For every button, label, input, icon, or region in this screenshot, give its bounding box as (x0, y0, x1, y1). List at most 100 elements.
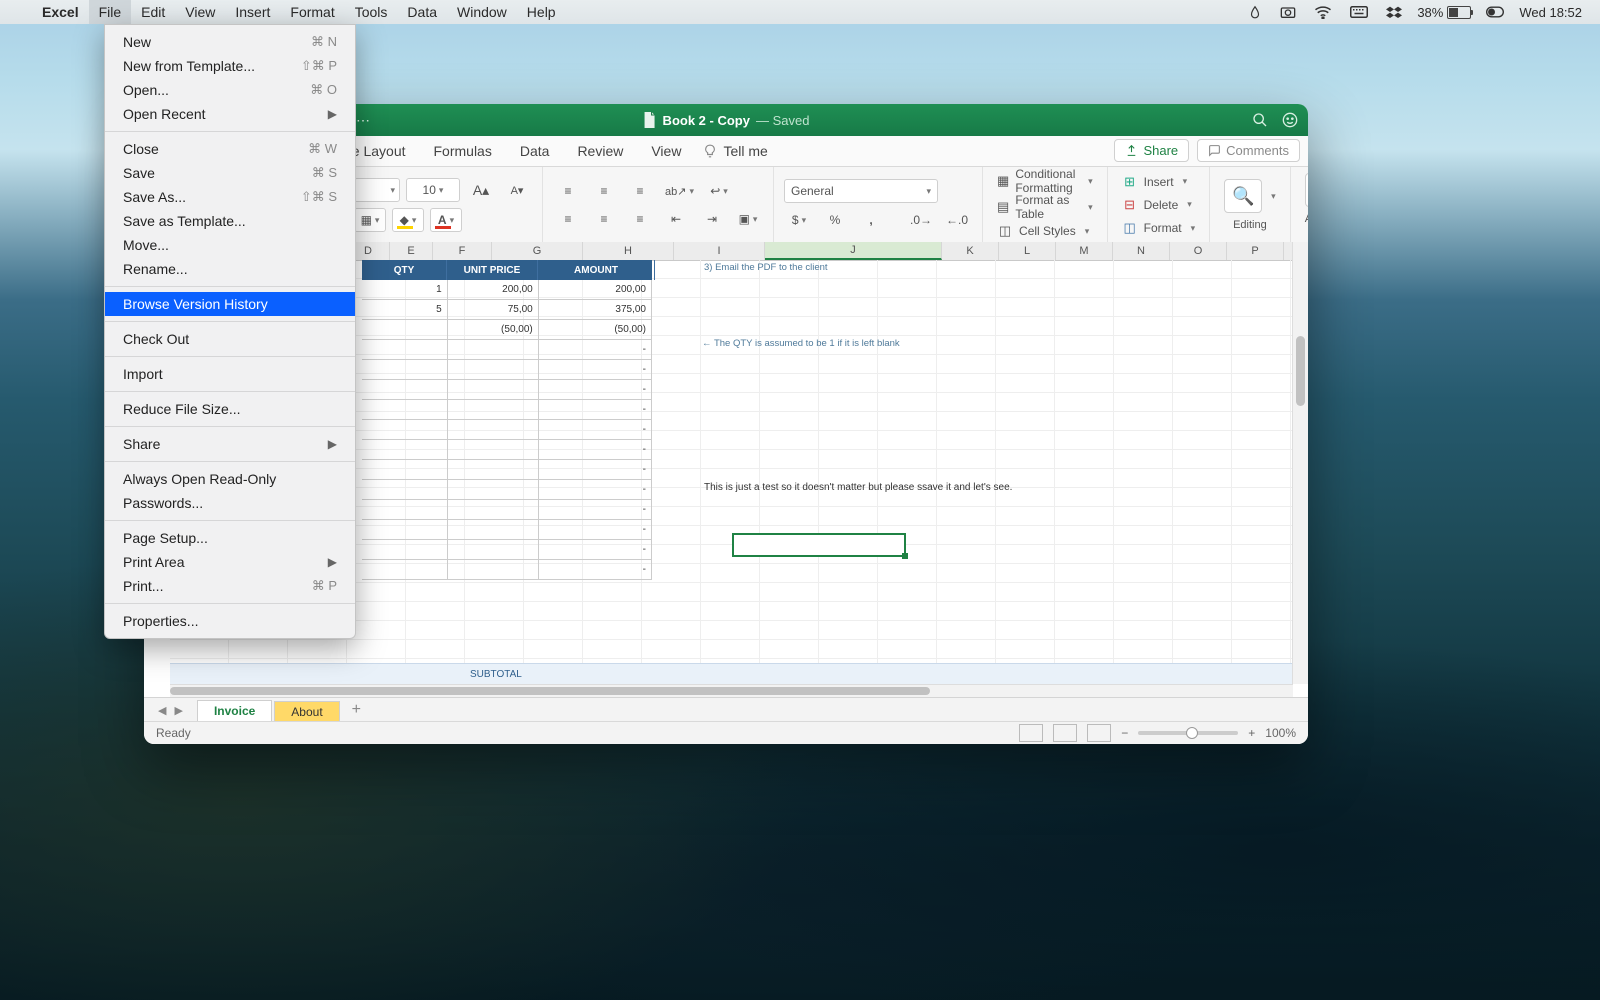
horizontal-scrollbar[interactable] (170, 684, 1293, 698)
merge-cells-icon[interactable]: ▣▾ (733, 208, 763, 230)
number-format-dropdown[interactable]: General▾ (784, 179, 938, 203)
cell-amount[interactable]: - (539, 500, 652, 519)
tell-me-search[interactable]: Tell me (703, 143, 767, 159)
col-F[interactable]: F (433, 242, 492, 260)
comma-style-icon[interactable]: , (856, 209, 886, 231)
vertical-scrollbar[interactable] (1292, 242, 1308, 684)
col-L[interactable]: L (999, 242, 1056, 260)
cell-amount[interactable]: 200,00 (539, 280, 652, 299)
menu-browse-version-history[interactable]: Browse Version History (105, 292, 355, 316)
increase-indent-icon[interactable]: ⇥ (697, 208, 727, 230)
cell-unit-price[interactable]: 75,00 (448, 300, 539, 319)
table-row[interactable]: - (362, 440, 652, 460)
menu-edit[interactable]: Edit (131, 0, 175, 24)
ink-icon[interactable] (1239, 5, 1271, 19)
cell-unit-price[interactable] (448, 460, 539, 479)
menu-save-template[interactable]: Save as Template... (105, 209, 355, 233)
insert-cells-button[interactable]: ⊞Insert▾ (1118, 173, 1200, 190)
col-J[interactable]: J (765, 242, 942, 260)
table-row[interactable]: 575,00375,00 (362, 300, 652, 320)
font-size-dropdown[interactable]: 10▾ (406, 178, 460, 202)
menu-format[interactable]: Format (280, 0, 344, 24)
cell-amount[interactable]: - (539, 400, 652, 419)
cell-unit-price[interactable] (448, 520, 539, 539)
menu-save-as[interactable]: Save As...⇧⌘ S (105, 185, 355, 209)
share-button[interactable]: Share (1114, 139, 1189, 162)
menu-data[interactable]: Data (397, 0, 447, 24)
format-cells-button[interactable]: ◫Format▾ (1118, 220, 1200, 237)
align-bottom-icon[interactable]: ≡ (625, 180, 655, 202)
cell-qty[interactable] (362, 340, 448, 359)
menu-new[interactable]: New⌘ N (105, 30, 355, 54)
menubar-clock[interactable]: Wed 18:52 (1513, 5, 1588, 20)
conditional-formatting-button[interactable]: ▦Conditional Formatting▾ (993, 171, 1097, 191)
cell-unit-price[interactable]: 200,00 (448, 280, 539, 299)
battery-status[interactable]: 38% (1411, 5, 1477, 20)
cell-styles-button[interactable]: ◫Cell Styles▾ (993, 223, 1097, 239)
col-H[interactable]: H (583, 242, 674, 260)
cell-unit-price[interactable] (448, 340, 539, 359)
cell-qty[interactable] (362, 560, 448, 579)
cell-unit-price[interactable] (448, 360, 539, 379)
menu-open[interactable]: Open...⌘ O (105, 78, 355, 102)
cell-qty[interactable] (362, 360, 448, 379)
zoom-in-button[interactable]: + (1248, 726, 1255, 740)
smiley-feedback-icon[interactable] (1282, 112, 1298, 128)
cell-amount[interactable]: - (539, 480, 652, 499)
table-row[interactable]: - (362, 340, 652, 360)
wifi-icon[interactable] (1305, 5, 1341, 19)
cell-amount[interactable]: - (539, 540, 652, 559)
menu-new-template[interactable]: New from Template...⇧⌘ P (105, 54, 355, 78)
menu-tools[interactable]: Tools (345, 0, 398, 24)
cell-qty[interactable] (362, 440, 448, 459)
table-row[interactable]: - (362, 560, 652, 580)
menu-insert[interactable]: Insert (225, 0, 280, 24)
page-break-view-button[interactable] (1087, 724, 1111, 742)
editing-icon[interactable]: 🔍 (1224, 179, 1262, 213)
vertical-scroll-thumb[interactable] (1296, 336, 1305, 406)
cell-qty[interactable] (362, 480, 448, 499)
col-P[interactable]: P (1227, 242, 1284, 260)
col-M[interactable]: M (1056, 242, 1113, 260)
cell-unit-price[interactable]: (50,00) (448, 320, 539, 339)
sheet-tab-invoice[interactable]: Invoice (197, 700, 272, 723)
tab-data[interactable]: Data (506, 136, 564, 166)
table-row[interactable]: - (362, 420, 652, 440)
menu-close[interactable]: Close⌘ W (105, 137, 355, 161)
menu-share[interactable]: Share▶ (105, 432, 355, 456)
format-as-table-button[interactable]: ▤Format as Table▾ (993, 197, 1097, 217)
search-icon[interactable] (1252, 112, 1268, 128)
zoom-level[interactable]: 100% (1265, 726, 1296, 740)
cell-amount[interactable]: (50,00) (539, 320, 652, 339)
cell-qty[interactable] (362, 500, 448, 519)
cell-amount[interactable]: 375,00 (539, 300, 652, 319)
align-left-icon[interactable]: ≡ (553, 208, 583, 230)
cell-qty[interactable] (362, 540, 448, 559)
cell-amount[interactable]: - (539, 380, 652, 399)
menu-help[interactable]: Help (517, 0, 566, 24)
cell-qty[interactable] (362, 380, 448, 399)
table-row[interactable]: - (362, 400, 652, 420)
cell-qty[interactable]: 5 (362, 300, 448, 319)
cell-qty[interactable] (362, 420, 448, 439)
cell-qty[interactable] (362, 400, 448, 419)
menu-rename[interactable]: Rename... (105, 257, 355, 281)
cell-amount[interactable]: - (539, 420, 652, 439)
currency-icon[interactable]: $▾ (784, 209, 814, 231)
decrease-indent-icon[interactable]: ⇤ (661, 208, 691, 230)
borders-dropdown[interactable]: ▦▾ (354, 208, 386, 232)
zoom-out-button[interactable]: − (1121, 726, 1128, 740)
cell-unit-price[interactable] (448, 440, 539, 459)
fill-color-dropdown[interactable]: ◆▾ (392, 208, 424, 232)
orientation-icon[interactable]: ab↗▾ (661, 180, 698, 202)
control-center-icon[interactable] (1477, 6, 1513, 18)
sheet-tab-about[interactable]: About (274, 701, 339, 722)
decrease-font-icon[interactable]: A▾ (502, 179, 532, 201)
cell-qty[interactable] (362, 520, 448, 539)
col-I[interactable]: I (674, 242, 765, 260)
menu-check-out[interactable]: Check Out (105, 327, 355, 351)
tab-view[interactable]: View (637, 136, 695, 166)
col-O[interactable]: O (1170, 242, 1227, 260)
table-row[interactable]: - (362, 380, 652, 400)
table-row[interactable]: - (362, 540, 652, 560)
